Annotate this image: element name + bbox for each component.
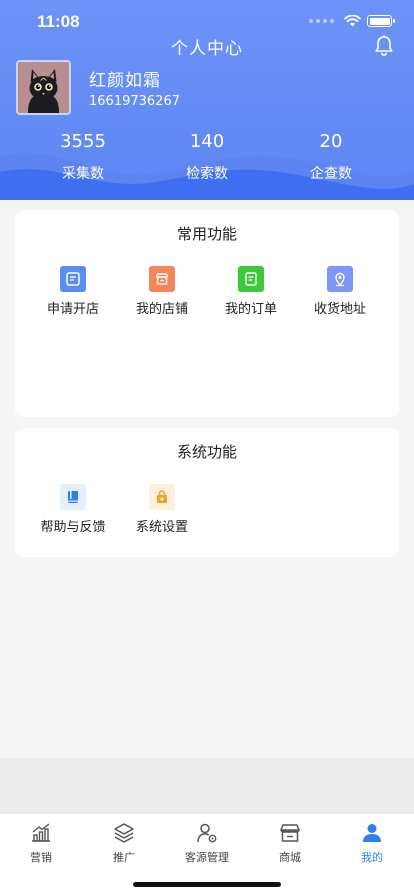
apply-store-button[interactable]: 申请开店 [28, 266, 118, 317]
apply-store-label: 申请开店 [46, 302, 99, 317]
tab-marketing[interactable]: 营销 [0, 821, 82, 865]
location-icon [327, 266, 353, 292]
tab-label: 推广 [113, 851, 135, 864]
my-store-button[interactable]: 我的店铺 [117, 266, 207, 317]
status-time: 11:08 [37, 12, 80, 31]
shop-icon [280, 824, 300, 842]
layers-icon [114, 823, 134, 843]
tab-mine[interactable]: 我的 [331, 821, 413, 865]
tab-label: 商城 [279, 851, 301, 864]
signal-icon [309, 19, 334, 23]
tab-customer-management[interactable]: 客源管理 [166, 821, 248, 865]
order-icon [238, 266, 264, 292]
stat-label: 企查数 [310, 166, 352, 182]
avatar[interactable] [16, 60, 71, 115]
help-feedback-button[interactable]: 帮助与反馈 [28, 484, 118, 535]
apply-store-icon [60, 266, 86, 292]
profile-icon [363, 824, 381, 842]
bell-icon[interactable] [372, 34, 396, 58]
user-gear-icon [197, 823, 217, 843]
phone-number: 16619736267 [89, 94, 180, 109]
tab-promotion[interactable]: 推广 [83, 821, 165, 865]
stat-label: 采集数 [62, 166, 104, 182]
common-functions-title: 常用功能 [176, 225, 237, 243]
shipping-address-button[interactable]: 收货地址 [295, 266, 385, 317]
tab-label: 营销 [30, 851, 52, 864]
store-icon [149, 266, 175, 292]
shipping-address-label: 收货地址 [313, 302, 366, 317]
stat-collect[interactable]: 3555 采集数 [33, 130, 133, 183]
system-functions-title: 系统功能 [176, 443, 237, 461]
profile-header: 11:08 个人中心 红颜如霜 16619736267 3555 采集数 140… [0, 0, 414, 200]
settings-icon [149, 484, 175, 510]
stat-value: 3555 [60, 131, 106, 152]
stat-label: 检索数 [186, 166, 228, 182]
page-title: 个人中心 [171, 39, 243, 59]
stat-value: 140 [189, 131, 225, 152]
tab-label: 我的 [361, 851, 383, 864]
my-orders-label: 我的订单 [224, 302, 277, 317]
common-functions-card: 常用功能 申请开店 我的店铺 我的订单 收货地址 [15, 210, 399, 417]
system-settings-button[interactable]: 系统设置 [117, 484, 207, 535]
help-feedback-label: 帮助与反馈 [40, 520, 106, 535]
tab-mall[interactable]: 商城 [249, 821, 331, 865]
stat-company-query[interactable]: 20 企查数 [281, 130, 381, 183]
username: 红颜如霜 [89, 71, 161, 91]
chart-icon [32, 823, 50, 842]
battery-icon [367, 15, 395, 27]
my-store-label: 我的店铺 [135, 302, 188, 317]
home-indicator [133, 882, 281, 887]
system-settings-label: 系统设置 [135, 520, 188, 535]
tab-label: 客源管理 [185, 851, 229, 864]
status-icons [309, 15, 395, 27]
stat-search[interactable]: 140 检索数 [157, 130, 257, 183]
stat-value: 20 [319, 131, 343, 152]
help-book-icon [60, 484, 86, 510]
my-orders-button[interactable]: 我的订单 [206, 266, 296, 317]
content-bottom-area [0, 758, 414, 813]
stats-row: 3555 采集数 140 检索数 20 企查数 [0, 130, 414, 185]
system-functions-card: 系统功能 帮助与反馈 系统设置 [15, 428, 399, 557]
wifi-icon [344, 15, 361, 27]
black-cat-avatar-icon [18, 62, 69, 113]
